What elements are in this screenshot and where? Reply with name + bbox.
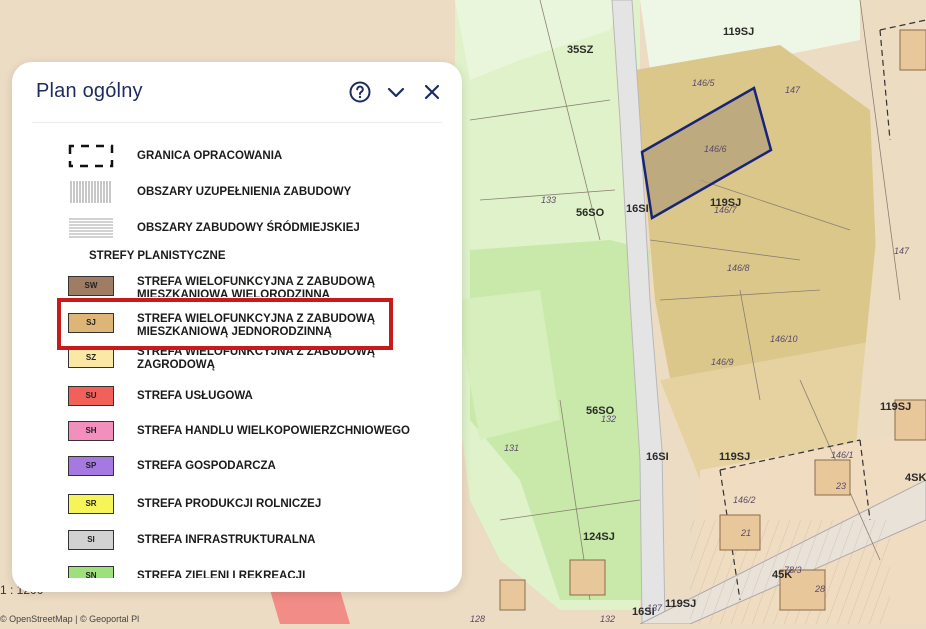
parcel-number: 146/6 (704, 144, 727, 154)
legend-label: STREFA INFRASTRUKTURALNA (137, 534, 316, 546)
map-zone-label: 4SK (905, 472, 926, 484)
close-icon (424, 84, 440, 100)
zone-swatch: SR (68, 494, 114, 514)
zone-swatch: SU (68, 386, 114, 406)
parcel-number: 131 (504, 443, 520, 453)
parcel-number: 146/8 (727, 263, 750, 273)
parcel-number: 147 (785, 85, 801, 95)
legend-label: GRANICA OPRACOWANIA (137, 150, 283, 162)
legend-label-line2: MIESZKANIOWĄ WIELORODZINNĄ (137, 289, 330, 297)
vertical-hatch-icon (70, 181, 111, 203)
highlight-box (57, 298, 393, 350)
map-attribution[interactable]: © OpenStreetMap | © Geoportal Pl (0, 614, 139, 624)
zone-swatch: SZ (68, 348, 114, 368)
parcel-number: 146/5 (692, 78, 715, 88)
dashed-boundary-icon (68, 144, 114, 168)
legend-label: STREFA GOSPODARCZA (137, 460, 276, 472)
parcel-number: 28 (815, 584, 826, 594)
parcel-number: 23 (836, 481, 847, 491)
legend-label: STREFA ZIELENI I REKREACJI (137, 570, 306, 578)
zone-swatch: SP (68, 456, 114, 476)
parcel-number: 146/10 (770, 334, 798, 344)
parcel-number: 78/3 (784, 565, 802, 575)
map-zone-label: 119SJ (665, 598, 697, 610)
help-icon[interactable] (348, 80, 372, 104)
legend-section-header: STREFY PLANISTYCZNE (89, 250, 226, 262)
legend-label: STREFA USŁUGOWA (137, 390, 253, 402)
map-zone-label: 16SI (646, 451, 669, 463)
map-zone-label: 119SJ (723, 26, 755, 38)
zone-swatch: SI (68, 530, 114, 550)
map-zone-label: 119SJ (880, 401, 912, 413)
legend-label-line2: ZAGRODOWĄ (137, 359, 215, 371)
help-circle-icon (349, 81, 371, 103)
zone-swatch: SW (68, 276, 114, 296)
parcel-number: 146/1 (831, 450, 854, 460)
parcel-number: 146/9 (711, 357, 734, 367)
close-button[interactable] (420, 80, 444, 104)
zone-swatch: SN (68, 566, 114, 578)
parcel-number: 133 (541, 195, 557, 205)
legend-label-line1: STREFA WIELOFUNKCYJNA Z ZABUDOWĄ (137, 276, 376, 288)
chevron-down-icon (387, 87, 405, 98)
parcel-number: 132 (600, 614, 616, 624)
collapse-button[interactable] (384, 80, 408, 104)
map-zone-label: 16SI (626, 203, 649, 215)
legend-label: OBSZARY UZUPEŁNIENIA ZABUDOWY (137, 186, 352, 198)
horizontal-hatch-icon (69, 218, 113, 238)
legend-label: STREFA HANDLU WIELKOPOWIERZCHNIOWEGO (137, 425, 411, 437)
legend-label: OBSZARY ZABUDOWY ŚRÓDMIEJSKIEJ (137, 222, 360, 234)
parcel-number: 21 (741, 528, 752, 538)
legend-label: STREFA WIELOFUNKCYJNA Z ZABUDOWĄ MIESZKA… (137, 276, 375, 297)
panel-divider (32, 122, 442, 123)
parcel-number: 146/7 (714, 205, 737, 215)
map-zone-label: 124SJ (583, 531, 615, 543)
parcel-number: 137 (647, 603, 663, 613)
legend-list[interactable]: GRANICA OPRACOWANIA OBSZARY UZUPEŁNIENIA… (12, 138, 462, 578)
legend-label: STREFA PRODUKCJI ROLNICZEJ (137, 498, 322, 510)
map-zone-label: 56SO (576, 207, 605, 219)
parcel-number: 146/2 (733, 495, 756, 505)
parcel-number: 128 (470, 614, 486, 624)
panel-title: Plan ogólny (36, 80, 143, 102)
parcel-number: 147 (894, 246, 910, 256)
parcel-number: 132 (601, 414, 617, 424)
map-zone-label: 119SJ (719, 451, 751, 463)
map-zone-label: 35SZ (567, 44, 594, 56)
zone-swatch: SH (68, 421, 114, 441)
